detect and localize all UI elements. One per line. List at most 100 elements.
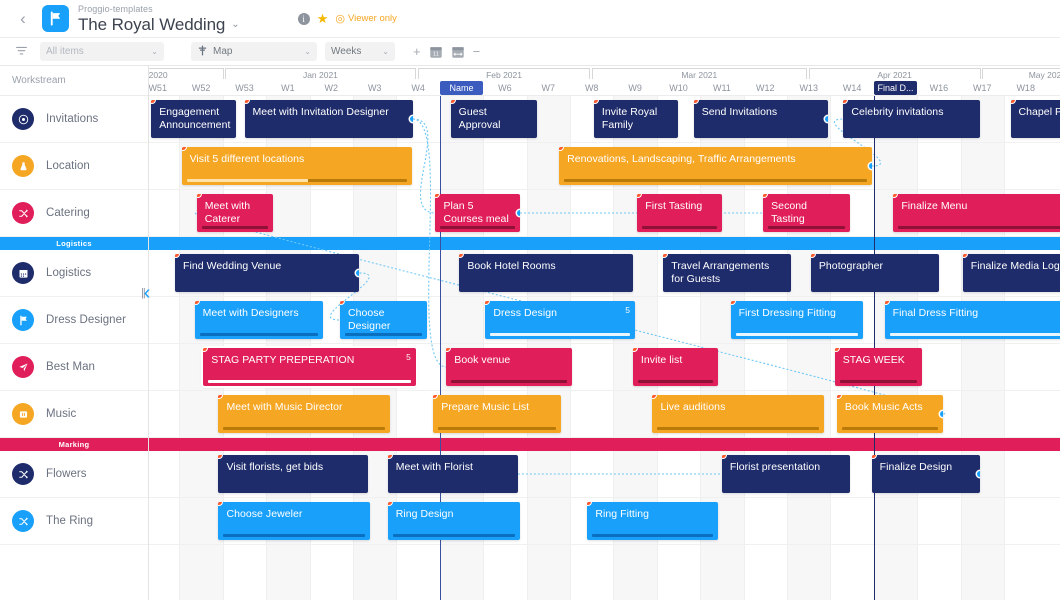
flag-glyph [50, 11, 61, 26]
task-bar[interactable]: Finalize Design [871, 455, 981, 493]
workstream-sidebar: Workstream Invitations Location Catering Lo… [0, 66, 149, 600]
task-bar[interactable]: Second Tasting [763, 194, 850, 232]
task-bar[interactable]: Photographer [810, 254, 939, 292]
task-bar[interactable]: Send Invitations [693, 100, 829, 138]
month-label-4: Apr 2021 [808, 68, 981, 80]
task-bar[interactable]: Find Wedding Venue [175, 254, 360, 292]
timeline-badge-final[interactable]: Final D... [873, 81, 918, 95]
task-status-dot-icon [435, 194, 440, 197]
task-bar[interactable]: Live auditions [652, 395, 824, 433]
task-label: Meet with Designers [202, 307, 299, 319]
task-bar[interactable]: Meet with Invitation Designer [244, 100, 413, 138]
info-icon[interactable]: i [297, 12, 310, 25]
sidebar-item-catering[interactable]: Catering [0, 190, 148, 237]
task-bar[interactable]: Invite Royal Family [593, 100, 679, 138]
month-text: Mar 2021 [677, 70, 722, 80]
sidebar-item-logistics[interactable]: Logistics [0, 250, 148, 297]
task-bar[interactable]: STAG WEEK [834, 348, 922, 386]
all-items-select[interactable]: All items ⌄ [40, 42, 164, 61]
task-label: STAG WEEK [842, 354, 905, 366]
task-bar[interactable]: Choose Designer [339, 301, 427, 339]
sidebar-item-label: Catering [46, 207, 90, 219]
task-bar[interactable]: Book Hotel Rooms [459, 254, 633, 292]
task-bar[interactable]: Renovations, Landscaping, Traffic Arrang… [559, 147, 872, 185]
calendar-day-icon[interactable]: 11 [429, 45, 443, 59]
task-link-handle[interactable] [868, 163, 872, 169]
task-status-dot-icon [663, 254, 668, 257]
month-text: Apr 2021 [873, 70, 916, 80]
task-bar[interactable]: Florist presentation [721, 455, 850, 493]
task-bar[interactable]: STAG PARTY PREPERATION 5 [203, 348, 416, 386]
week-label-W4: W4 [411, 83, 425, 93]
task-bar[interactable]: Ring Design [387, 502, 521, 540]
task-link-handle[interactable] [977, 471, 981, 477]
sidebar-item-dress-designer[interactable]: Dress Designer [0, 297, 148, 344]
task-bar[interactable]: Meet with Designers [194, 301, 323, 339]
task-bar[interactable]: Invite list [632, 348, 718, 386]
task-bar[interactable]: Plan 5 Courses meal [435, 194, 521, 232]
task-link-handle[interactable] [409, 116, 413, 122]
task-label: Choose Jeweler [226, 508, 303, 520]
task-progress-fill [898, 226, 1060, 229]
sidebar-item-location[interactable]: Location [0, 143, 148, 190]
zoom-out-button[interactable]: − [473, 45, 481, 58]
workstream-group-marking[interactable]: Marking [0, 438, 148, 451]
sidebar-item-flowers[interactable]: Flowers [0, 451, 148, 498]
task-bar[interactable]: First Dressing Fitting [730, 301, 863, 339]
calendar-range-icon[interactable] [451, 45, 465, 59]
task-label: Finalize Menu [901, 200, 968, 212]
star-icon[interactable]: ★ [317, 12, 329, 25]
task-label: First Tasting [645, 200, 703, 212]
task-progress-bar [392, 534, 516, 537]
filter-icon[interactable] [10, 42, 32, 62]
task-bar[interactable]: Visit florists, get bids [218, 455, 369, 493]
back-button[interactable]: ‹ [10, 6, 36, 32]
task-label: Finalize Design [879, 461, 953, 473]
task-bar[interactable]: Meet with Caterer [196, 194, 273, 232]
sidebar-item-best-man[interactable]: Best Man [0, 344, 148, 391]
timeline-badge-name[interactable]: Name [439, 81, 484, 95]
month-text: 2020 [149, 70, 172, 80]
task-link-handle[interactable] [356, 270, 360, 276]
sidebar-item-music[interactable]: Music [0, 391, 148, 438]
task-bar[interactable]: First Tasting [637, 194, 722, 232]
task-bar[interactable]: Visit 5 different locations [181, 147, 412, 185]
title-chevron-down-icon[interactable]: ⌄ [231, 19, 239, 30]
viewer-only-badge[interactable]: ◎ Viewer only [335, 12, 397, 25]
task-progress-fill [199, 333, 318, 336]
task-link-handle[interactable] [825, 116, 829, 122]
zoom-controls: + 11 − [413, 45, 480, 59]
zoom-in-button[interactable]: + [413, 45, 421, 58]
task-bar[interactable]: Dress Design 5 [485, 301, 636, 339]
breadcrumb[interactable]: Proggio-templates [78, 4, 240, 15]
sidebar-item-the-ring[interactable]: The Ring [0, 498, 148, 545]
task-bar[interactable]: Finalize Menu [893, 194, 1060, 232]
sidebar-item-invitations[interactable]: Invitations [0, 96, 148, 143]
workstream-group-logistics[interactable]: Logistics [0, 237, 148, 250]
sidebar-item-label: Invitations [46, 113, 99, 125]
task-bar[interactable]: Celebrity invitations [843, 100, 981, 138]
task-bar[interactable]: Final Dress Fitting [884, 301, 1060, 339]
task-bar[interactable]: Meet with Music Director [218, 395, 390, 433]
view-mode-select[interactable]: Map ⌄ [191, 42, 317, 61]
task-bar[interactable]: Finalize Media Logistics [962, 254, 1060, 292]
task-status-dot-icon [218, 455, 223, 458]
task-status-dot-icon [593, 100, 598, 103]
sidebar-collapse-handle[interactable]: || ‹ [141, 279, 163, 307]
filter-bar: All items ⌄ Map ⌄ Weeks ⌄ + 11 − [0, 38, 1060, 66]
task-status-dot-icon [194, 301, 199, 304]
task-bar[interactable]: Choose Jeweler [218, 502, 371, 540]
task-bar[interactable]: Prepare Music List [433, 395, 562, 433]
task-bar[interactable]: Book Music Acts [836, 395, 944, 433]
task-progress-fill [657, 427, 819, 430]
task-bar[interactable]: Ring Fitting [587, 502, 718, 540]
task-bar[interactable]: Book venue [446, 348, 573, 386]
task-link-handle[interactable] [517, 210, 521, 216]
task-bar[interactable]: Meet with Florist [387, 455, 518, 493]
task-bar[interactable]: Guest Approval [450, 100, 538, 138]
task-link-handle[interactable] [940, 411, 944, 417]
zoom-unit-select[interactable]: Weeks ⌄ [325, 42, 395, 61]
task-bar[interactable]: Engagement Announcement [151, 100, 236, 138]
task-bar[interactable]: Travel Arrangements for Guests [663, 254, 792, 292]
task-bar[interactable]: Chapel Planning [1010, 100, 1060, 138]
